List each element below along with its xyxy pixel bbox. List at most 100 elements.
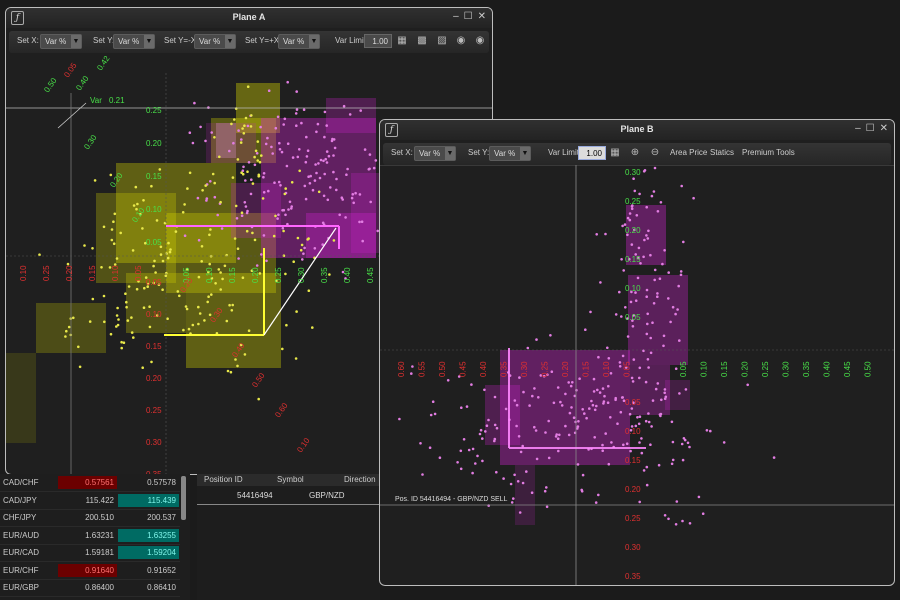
x-tick-label: 0.25: [42, 265, 51, 281]
statics-button[interactable]: Statics: [710, 148, 734, 157]
magenta-point: [351, 193, 355, 196]
magenta-point: [359, 109, 363, 112]
magenta-point: [634, 299, 638, 302]
col-symbol[interactable]: Symbol: [277, 475, 304, 484]
sety-select[interactable]: Var % ▼: [489, 146, 531, 161]
magenta-point: [465, 405, 469, 408]
magenta-point: [467, 448, 471, 452]
magenta-point: [680, 184, 683, 188]
varlimit-label: Var Limit: [548, 148, 579, 157]
plane-b-plot[interactable]: 0.30 0.25 0.20 0.15 0.10 0.05 0.05 0.10 0.15 0.20…: [380, 165, 894, 585]
yellow-point: [124, 292, 127, 295]
magenta-point: [631, 325, 635, 328]
setx-select[interactable]: Var % ▼: [40, 34, 82, 49]
yellow-point: [167, 241, 170, 245]
yellow-point: [186, 187, 189, 190]
setx-select[interactable]: Var % ▼: [414, 146, 456, 161]
magenta-point: [220, 227, 224, 230]
sety-select[interactable]: Var % ▼: [113, 34, 155, 49]
quote-row[interactable]: CAD/JPY 115.422 115.439: [0, 492, 180, 510]
yellow-point: [226, 369, 230, 373]
x-tick-label: 0.35: [802, 361, 811, 377]
grid-icon[interactable]: ▦: [609, 147, 621, 159]
magenta-point: [597, 355, 600, 359]
quote-row[interactable]: EUR/AUD 1.63231 1.63255: [0, 527, 180, 545]
yellow-point: [236, 364, 239, 368]
zoom-out-icon[interactable]: ⊖: [649, 147, 661, 159]
y-tick-label: 0.15: [625, 456, 641, 465]
magenta-point: [266, 136, 269, 140]
maximize-icon[interactable]: ☐: [464, 11, 473, 22]
magenta-point: [277, 180, 281, 184]
magenta-point: [210, 131, 213, 134]
magenta-point: [681, 458, 685, 462]
magenta-point: [300, 121, 303, 125]
magenta-point: [550, 370, 554, 373]
magenta-point: [609, 416, 612, 419]
quote-ask: 200.537: [147, 513, 176, 522]
magenta-point: [669, 320, 672, 324]
magenta-point: [618, 365, 622, 368]
magenta-point: [204, 139, 207, 143]
magenta-point: [583, 412, 586, 415]
close-icon[interactable]: ✕: [880, 123, 888, 134]
yellow-point: [65, 329, 68, 333]
zoom-out-icon[interactable]: ◉: [474, 35, 486, 47]
quote-row[interactable]: EUR/GBP 0.86400 0.86410: [0, 579, 180, 597]
table-row[interactable]: 54416494 GBP/NZD: [197, 490, 380, 505]
grid-icon[interactable]: ▦: [396, 35, 408, 47]
x-tick-label: 0.40: [823, 361, 832, 377]
pattern-icon[interactable]: ▩: [416, 35, 428, 47]
yellow-point: [311, 326, 314, 329]
quote-symbol: EUR/CAD: [3, 548, 40, 557]
quotes-scrollbar[interactable]: [181, 476, 186, 520]
yellow-point: [296, 236, 300, 240]
magenta-point: [244, 179, 247, 182]
col-position-id[interactable]: Position ID: [204, 475, 243, 484]
hatch-icon[interactable]: ▨: [436, 35, 448, 47]
area-price-button[interactable]: Area Price: [670, 148, 707, 157]
magenta-point: [606, 401, 610, 404]
col-direction[interactable]: Direction: [344, 475, 376, 484]
magenta-point: [647, 229, 650, 233]
quote-row[interactable]: EUR/CAD 1.59181 1.59204: [0, 544, 180, 562]
magenta-point: [662, 334, 666, 338]
minimize-icon[interactable]: –: [453, 11, 459, 22]
quote-row[interactable]: CHF/JPY 200.510 200.537: [0, 509, 180, 527]
magenta-point: [603, 394, 606, 398]
magenta-point: [433, 412, 437, 416]
quote-row[interactable]: EUR/CHF 0.91640 0.91652: [0, 562, 180, 580]
y-tick-label: 0.35: [625, 572, 641, 581]
yellow-point: [307, 289, 311, 292]
y-tick-label: 0.15: [146, 342, 162, 351]
quote-bid: 200.510: [85, 513, 114, 522]
yellow-point: [209, 228, 212, 231]
close-icon[interactable]: ✕: [478, 11, 486, 22]
magenta-point: [610, 441, 613, 444]
magenta-point: [518, 511, 522, 514]
setyx2-select[interactable]: Var % ▼: [278, 34, 320, 49]
premium-tools-button[interactable]: Premium Tools: [742, 148, 795, 157]
zoom-in-icon[interactable]: ⊕: [629, 147, 641, 159]
magenta-point: [495, 426, 499, 430]
zoom-in-icon[interactable]: ◉: [455, 35, 467, 47]
maximize-icon[interactable]: ☐: [866, 123, 875, 134]
magenta-point: [660, 398, 663, 402]
quote-row[interactable]: CAD/CHF 0.57561 0.57578: [0, 474, 180, 492]
magenta-point: [628, 412, 632, 416]
magenta-point: [350, 196, 354, 200]
magenta-point: [521, 444, 524, 448]
varlimit-input[interactable]: 1.00: [578, 146, 606, 160]
magenta-point: [649, 443, 652, 447]
plane-b-titlebar[interactable]: ƒ Plane B – ☐ ✕: [380, 120, 894, 140]
yellow-point: [292, 260, 296, 263]
minimize-icon[interactable]: –: [855, 123, 861, 134]
quotes-panel: CAD/CHF 0.57561 0.57578 CAD/JPY 115.422 115.4…: [0, 474, 190, 600]
yellow-point: [214, 282, 217, 285]
setyx-select[interactable]: Var % ▼: [194, 34, 236, 49]
varlimit-input[interactable]: 1.00: [364, 34, 392, 48]
y-tick-label: 0.05: [146, 238, 162, 247]
magenta-point: [303, 184, 307, 188]
plane-a-titlebar[interactable]: ƒ Plane A – ☐ ✕: [6, 8, 492, 28]
magenta-point: [338, 213, 342, 217]
